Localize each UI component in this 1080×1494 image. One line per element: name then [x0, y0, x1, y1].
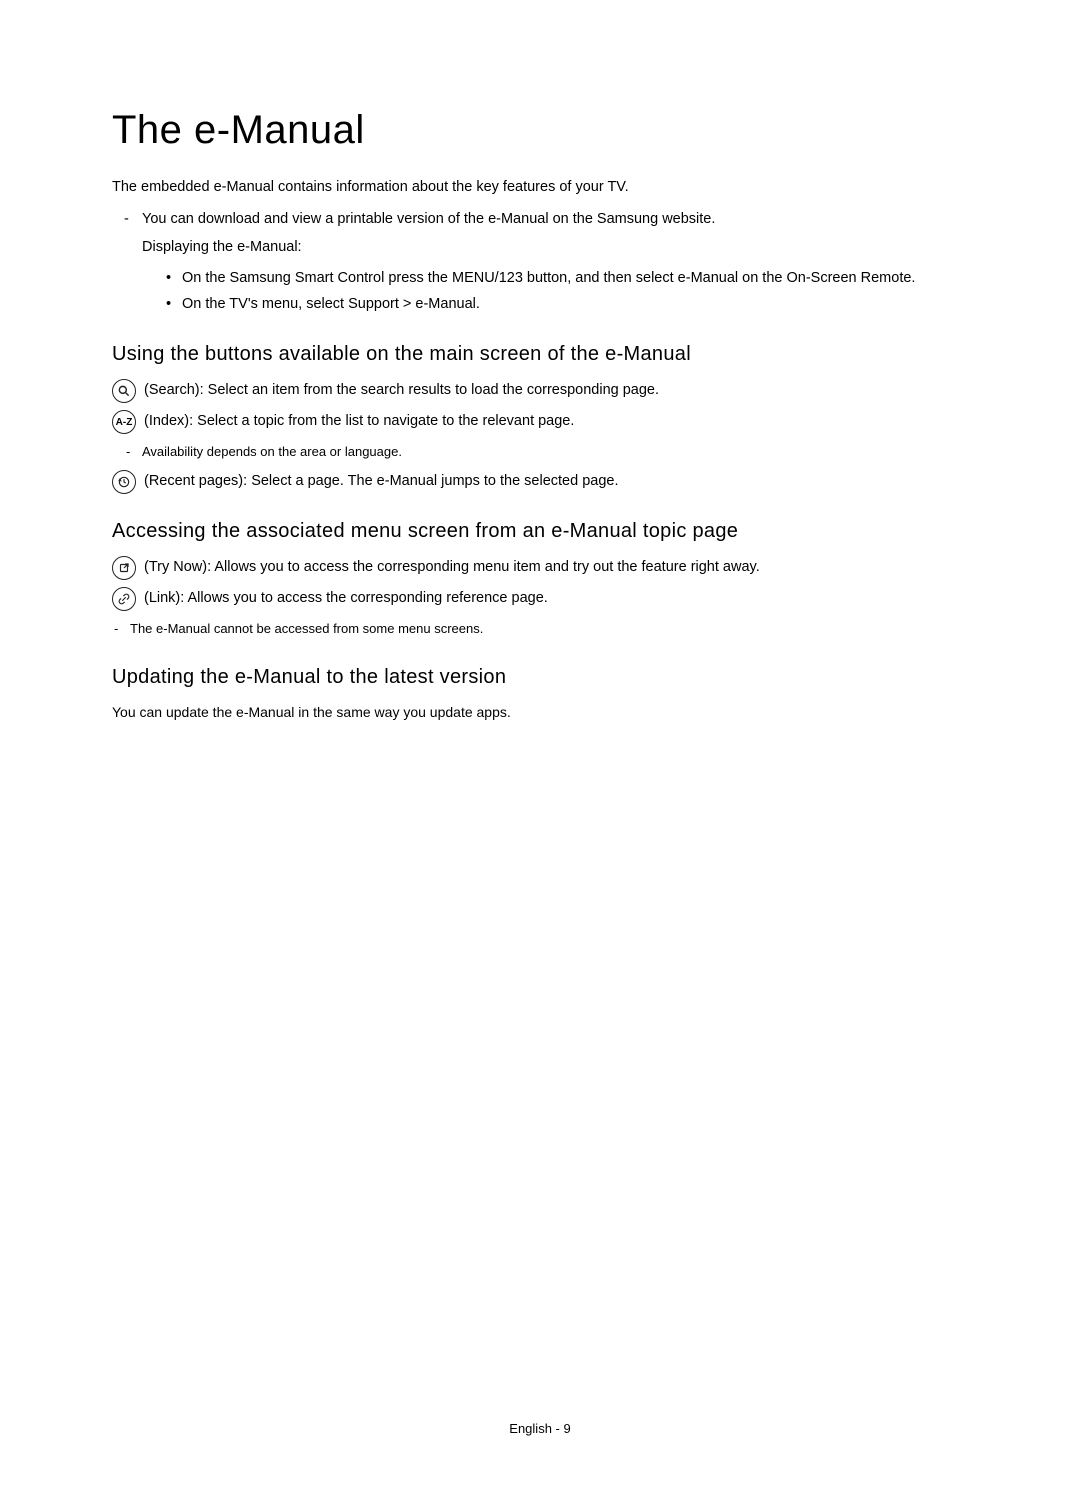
search-row: (Search): Select an item from the search…	[112, 380, 968, 403]
page-title: The e-Manual	[112, 108, 968, 153]
trynow-row: (Try Now): Allows you to access the corr…	[112, 557, 968, 580]
index-icon: A-Z	[112, 410, 136, 434]
page-content: The e-Manual The embedded e-Manual conta…	[0, 0, 1080, 793]
trynow-text: (Try Now): Allows you to access the corr…	[144, 557, 760, 579]
list-item: On the TV's menu, select Support > e-Man…	[166, 291, 968, 317]
index-text: (Index): Select a topic from the list to…	[144, 411, 574, 433]
update-text: You can update the e-Manual in the same …	[112, 703, 968, 723]
displaying-text: Displaying the e-Manual:	[142, 236, 968, 259]
recent-row: (Recent pages): Select a page. The e-Man…	[112, 471, 968, 494]
list-item: On the Samsung Smart Control press the M…	[166, 265, 968, 291]
page-footer: English - 9	[0, 1421, 1080, 1436]
availability-note: Availability depends on the area or lang…	[126, 442, 968, 463]
access-note: The e-Manual cannot be accessed from som…	[114, 619, 968, 640]
intro-text: The embedded e-Manual contains informati…	[112, 177, 968, 197]
section-heading: Using the buttons available on the main …	[112, 343, 968, 366]
section-heading: Updating the e-Manual to the latest vers…	[112, 666, 968, 689]
section-heading: Accessing the associated menu screen fro…	[112, 520, 968, 543]
recent-pages-icon	[112, 470, 136, 494]
bullet-list: On the Samsung Smart Control press the M…	[166, 265, 968, 317]
search-text: (Search): Select an item from the search…	[144, 380, 659, 402]
link-row: (Link): Allows you to access the corresp…	[112, 588, 968, 611]
link-text: (Link): Allows you to access the corresp…	[144, 588, 548, 610]
top-dash-list: You can download and view a printable ve…	[124, 207, 968, 317]
trynow-icon	[112, 556, 136, 580]
index-row: A-Z (Index): Select a topic from the lis…	[112, 411, 968, 434]
list-item: You can download and view a printable ve…	[124, 207, 968, 317]
search-icon	[112, 379, 136, 403]
download-text: You can download and view a printable ve…	[142, 211, 715, 227]
recent-text: (Recent pages): Select a page. The e-Man…	[144, 471, 619, 493]
link-icon	[112, 587, 136, 611]
